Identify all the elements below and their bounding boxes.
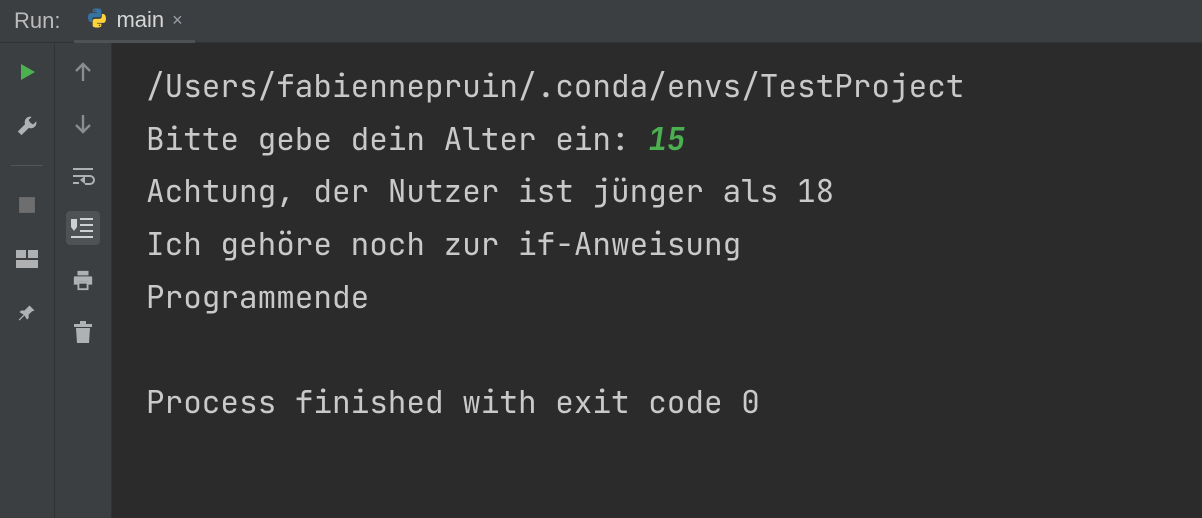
soft-wrap-button[interactable]	[66, 159, 100, 193]
scroll-to-end-button[interactable]	[66, 211, 100, 245]
console-line: Programmende	[146, 277, 369, 318]
console-line: Ich gehöre noch zur if-Anweisung	[146, 224, 741, 265]
run-label: Run:	[0, 8, 74, 34]
run-tab-title: main	[116, 7, 164, 33]
arrow-up-icon	[73, 61, 93, 83]
scroll-to-end-icon	[71, 217, 95, 239]
trash-icon	[73, 321, 93, 343]
stop-icon	[18, 196, 36, 214]
clear-all-button[interactable]	[66, 315, 100, 349]
arrow-down-icon	[73, 113, 93, 135]
up-button[interactable]	[66, 55, 100, 89]
soft-wrap-icon	[71, 166, 95, 186]
console-line: Process finished with exit code 0	[146, 382, 760, 423]
play-icon	[17, 62, 37, 82]
console-prompt: Bitte gebe dein Alter ein:	[146, 119, 648, 160]
run-tab-main[interactable]: main ×	[74, 1, 194, 43]
print-button[interactable]	[66, 263, 100, 297]
console-output[interactable]: /Users/fabiennepruin/.conda/envs/TestPro…	[112, 43, 1202, 518]
run-tool-window-header: Run: main ×	[0, 0, 1202, 43]
close-icon[interactable]: ×	[172, 11, 183, 29]
stop-button[interactable]	[10, 188, 44, 222]
pin-button[interactable]	[10, 296, 44, 330]
wrench-icon	[16, 115, 38, 137]
console-line: Achtung, der Nutzer ist jünger als 18	[146, 171, 834, 212]
down-button[interactable]	[66, 107, 100, 141]
console-user-input: 15	[648, 119, 685, 160]
console-text: /Users/fabiennepruin/.conda/envs/TestPro…	[146, 61, 1202, 430]
run-toolbar-left	[0, 43, 55, 518]
pin-icon	[17, 303, 37, 323]
layout-icon	[16, 250, 38, 268]
separator	[11, 165, 43, 166]
rerun-button[interactable]	[10, 55, 44, 89]
console-path-line: /Users/fabiennepruin/.conda/envs/TestPro…	[146, 66, 964, 107]
python-file-icon	[86, 7, 108, 34]
run-toolbar-right	[55, 43, 112, 518]
modify-run-config-button[interactable]	[10, 109, 44, 143]
layout-button[interactable]	[10, 242, 44, 276]
printer-icon	[72, 269, 94, 291]
